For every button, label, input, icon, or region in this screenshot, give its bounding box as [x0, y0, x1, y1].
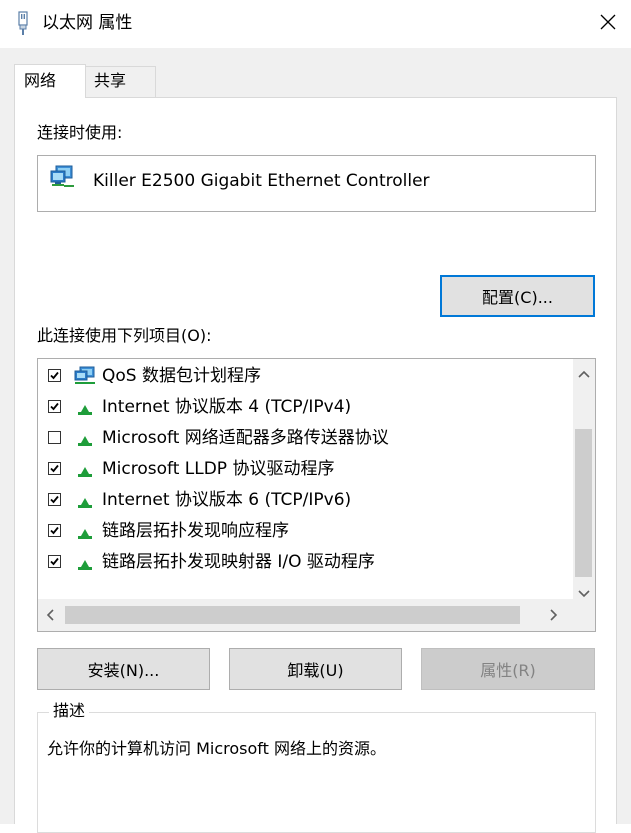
tab-sharing-label: 共享: [94, 71, 127, 90]
tab-sharing[interactable]: 共享: [86, 66, 156, 98]
protocol-icon: [74, 428, 96, 448]
item-label: Microsoft LLDP 协议驱动程序: [102, 459, 335, 479]
tab-network[interactable]: 网络: [14, 64, 86, 98]
ethernet-cable-icon: [16, 11, 30, 35]
scroll-left-icon[interactable]: [46, 609, 54, 623]
window-title: 以太网 属性: [42, 13, 133, 33]
protocol-icon: [74, 521, 96, 541]
protocol-icon: [74, 490, 96, 510]
close-icon: [600, 14, 616, 30]
description-text: 允许你的计算机访问 Microsoft 网络上的资源。: [47, 739, 386, 758]
item-label: 链路层拓扑发现映射器 I/O 驱动程序: [102, 552, 375, 572]
protocol-icon: [74, 397, 96, 417]
qos-network-icon: [74, 366, 96, 386]
connect-using-label: 连接时使用:: [37, 123, 123, 142]
item-checkbox[interactable]: [48, 400, 61, 413]
install-button[interactable]: 安装(N)...: [37, 648, 210, 690]
adapter-box: Killer E2500 Gigabit Ethernet Controller: [37, 155, 596, 212]
item-checkbox[interactable]: [48, 555, 61, 568]
scroll-right-icon[interactable]: [550, 609, 558, 623]
vertical-scroll-thumb[interactable]: [575, 429, 592, 577]
dialog-client: 网络 共享 连接时使用: Killer E2500 Gigabit Ethern…: [0, 48, 631, 833]
item-checkbox[interactable]: [48, 493, 61, 506]
configure-button[interactable]: 配置(C)...: [440, 275, 595, 317]
components-list[interactable]: QoS 数据包计划程序 Internet 协议版本 4 (TCP/IPv4) Mic…: [37, 358, 596, 632]
list-item[interactable]: 链路层拓扑发现响应程序: [38, 516, 568, 547]
list-item[interactable]: Microsoft LLDP 协议驱动程序: [38, 454, 568, 485]
protocol-icon: [74, 459, 96, 479]
title-bar: 以太网 属性: [0, 0, 631, 48]
list-item[interactable]: Internet 协议版本 6 (TCP/IPv6): [38, 485, 568, 516]
adapter-name: Killer E2500 Gigabit Ethernet Controller: [93, 171, 430, 191]
vertical-scrollbar[interactable]: [573, 359, 595, 599]
item-label: Internet 协议版本 4 (TCP/IPv4): [102, 397, 352, 417]
close-button[interactable]: [585, 0, 631, 44]
uninstall-button[interactable]: 卸载(U): [229, 648, 402, 690]
list-item[interactable]: 链路层拓扑发现映射器 I/O 驱动程序: [38, 547, 568, 578]
properties-button[interactable]: 属性(R): [421, 648, 595, 690]
list-item[interactable]: Microsoft 网络适配器多路传送器协议: [38, 423, 568, 454]
horizontal-scroll-thumb[interactable]: [65, 606, 520, 624]
item-checkbox[interactable]: [48, 462, 61, 475]
item-label: QoS 数据包计划程序: [102, 366, 261, 386]
horizontal-scrollbar[interactable]: [38, 599, 595, 631]
description-group: [37, 712, 596, 833]
item-checkbox[interactable]: [48, 431, 61, 444]
item-label: Microsoft 网络适配器多路传送器协议: [102, 428, 389, 448]
network-adapter-icon: [50, 165, 76, 193]
description-title: 描述: [49, 701, 90, 721]
items-label: 此连接使用下列项目(O):: [37, 326, 212, 345]
list-item[interactable]: Internet 协议版本 4 (TCP/IPv4): [38, 392, 568, 423]
scroll-up-icon[interactable]: [578, 368, 590, 380]
item-checkbox[interactable]: [48, 524, 61, 537]
protocol-icon: [74, 552, 96, 572]
tab-panel: 连接时使用: Killer E2500 Gigabit Ethernet Con…: [14, 97, 617, 833]
tab-network-label: 网络: [24, 71, 57, 90]
list-item[interactable]: QoS 数据包计划程序: [38, 361, 568, 392]
item-label: 链路层拓扑发现响应程序: [102, 521, 289, 541]
item-checkbox[interactable]: [48, 369, 61, 382]
item-label: Internet 协议版本 6 (TCP/IPv6): [102, 490, 352, 510]
